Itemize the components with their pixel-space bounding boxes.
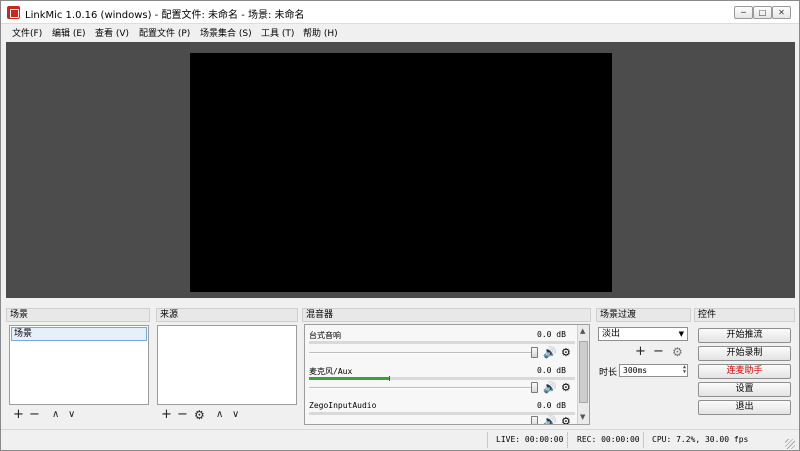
menu-tools[interactable]: 工具 (T) xyxy=(261,26,294,39)
move-scene-down-icon[interactable]: ∨ xyxy=(68,407,75,423)
settings-button[interactable]: 设置 xyxy=(698,382,791,397)
preview-canvas[interactable] xyxy=(190,53,612,292)
window-title: LinkMic 1.0.16 (windows) - 配置文件: 未命名 - 场… xyxy=(25,10,305,21)
rec-status: REC: 00:00:00 xyxy=(577,435,640,444)
volume-slider-track[interactable] xyxy=(309,387,531,389)
menu-help[interactable]: 帮助 (H) xyxy=(303,26,338,39)
mixer-dock-title: 混音器 xyxy=(302,308,591,322)
duration-value: 300ms xyxy=(623,366,648,375)
menu-file[interactable]: 文件(F) xyxy=(12,26,42,39)
maximize-button[interactable]: □ xyxy=(753,6,772,19)
scenes-list[interactable]: 场景 xyxy=(9,325,149,405)
mixer-scrollbar[interactable]: ▲ ▼ xyxy=(577,325,589,424)
title-bar: LinkMic 1.0.16 (windows) - 配置文件: 未命名 - 场… xyxy=(1,1,799,24)
menu-bar: 文件(F) 编辑 (E) 查看 (V) 配置文件 (P) 场景集合 (S) 工具… xyxy=(1,24,799,40)
live-status: LIVE: 00:00:00 xyxy=(496,435,564,444)
mixer-scrollbar-thumb[interactable] xyxy=(579,341,588,403)
scene-list-item[interactable]: 场景 xyxy=(11,327,147,341)
volume-slider-thumb[interactable] xyxy=(531,382,538,393)
track-settings-gear-icon[interactable]: ⚙ xyxy=(561,382,571,393)
duration-label: 时长 xyxy=(599,368,618,378)
app-window: LinkMic 1.0.16 (windows) - 配置文件: 未命名 - 场… xyxy=(0,0,800,451)
menu-edit[interactable]: 编辑 (E) xyxy=(52,26,86,39)
transition-select[interactable]: 淡出 ▼ xyxy=(598,327,688,341)
preview-area xyxy=(6,42,795,298)
audio-mixer: 台式音响 0.0 dB 🔊 ⚙ 麦克风/Aux 0.0 dB 🔊 ⚙ ZegoI… xyxy=(304,324,590,425)
mixer-track-name: ZegoInputAudio xyxy=(309,401,377,410)
minimize-button[interactable]: ─ xyxy=(734,6,753,19)
spin-arrows-icon[interactable]: ▲ ▼ xyxy=(683,365,686,375)
track-settings-gear-icon[interactable]: ⚙ xyxy=(561,416,571,424)
volume-icon[interactable]: 🔊 xyxy=(543,382,557,393)
transitions-dock-title: 场景过渡 xyxy=(596,308,691,322)
audio-level-meter xyxy=(309,341,575,344)
volume-slider-thumb[interactable] xyxy=(531,416,538,424)
sources-toolbar: + − ⚙ ∧ ∨ xyxy=(157,406,297,424)
app-logo-icon xyxy=(7,6,20,19)
status-bar: LIVE: 00:00:00 REC: 00:00:00 CPU: 7.2%, … xyxy=(1,429,799,450)
mixer-track-db: 0.0 dB xyxy=(537,330,566,339)
scroll-down-icon[interactable]: ▼ xyxy=(580,413,585,421)
resize-grip-icon[interactable] xyxy=(785,439,795,449)
volume-slider-track[interactable] xyxy=(309,352,531,354)
scenes-toolbar: + − ∧ ∨ xyxy=(9,406,149,424)
mixer-track-name: 麦克风/Aux xyxy=(309,367,353,376)
dropdown-arrow-icon: ▼ xyxy=(678,330,684,338)
sources-list[interactable] xyxy=(157,325,297,405)
meter-peak-tick xyxy=(388,376,390,381)
mixer-track-db: 0.0 dB xyxy=(537,366,566,375)
audio-level-meter xyxy=(309,376,575,381)
cpu-fps-status: CPU: 7.2%, 30.00 fps xyxy=(652,435,749,444)
close-button[interactable]: ✕ xyxy=(772,6,791,19)
remove-scene-icon[interactable]: − xyxy=(29,407,40,423)
duration-spinbox[interactable]: 300ms ▲ ▼ xyxy=(619,364,688,377)
audio-level-meter xyxy=(309,412,575,415)
linkmic-assistant-button[interactable]: 连麦助手 xyxy=(698,364,791,379)
source-settings-gear-icon[interactable]: ⚙ xyxy=(194,407,205,423)
mixer-track-db: 0.0 dB xyxy=(537,401,566,410)
move-source-down-icon[interactable]: ∨ xyxy=(232,407,239,423)
track-settings-gear-icon[interactable]: ⚙ xyxy=(561,347,571,358)
sources-dock-title: 来源 xyxy=(156,308,298,322)
start-recording-button[interactable]: 开始录制 xyxy=(698,346,791,361)
menu-scene-collection[interactable]: 场景集合 (S) xyxy=(200,26,252,39)
add-source-icon[interactable]: + xyxy=(161,407,172,423)
volume-slider-thumb[interactable] xyxy=(531,347,538,358)
scroll-up-icon[interactable]: ▲ xyxy=(580,327,585,335)
remove-transition-icon[interactable]: − xyxy=(653,344,664,360)
controls-dock-title: 控件 xyxy=(694,308,795,322)
move-scene-up-icon[interactable]: ∧ xyxy=(52,407,59,423)
scenes-dock-title: 场景 xyxy=(6,308,150,322)
start-streaming-button[interactable]: 开始推流 xyxy=(698,328,791,343)
add-scene-icon[interactable]: + xyxy=(13,407,24,423)
remove-source-icon[interactable]: − xyxy=(177,407,188,423)
move-source-up-icon[interactable]: ∧ xyxy=(216,407,223,423)
exit-button[interactable]: 退出 xyxy=(698,400,791,415)
volume-icon[interactable]: 🔊 xyxy=(543,416,557,424)
transition-settings-gear-icon[interactable]: ⚙ xyxy=(672,344,683,360)
add-transition-icon[interactable]: + xyxy=(635,344,646,360)
transition-selected-value: 淡出 xyxy=(602,329,621,339)
volume-icon[interactable]: 🔊 xyxy=(543,347,557,358)
mixer-track-name: 台式音响 xyxy=(309,331,341,340)
menu-view[interactable]: 查看 (V) xyxy=(95,26,129,39)
menu-profile[interactable]: 配置文件 (P) xyxy=(139,26,190,39)
